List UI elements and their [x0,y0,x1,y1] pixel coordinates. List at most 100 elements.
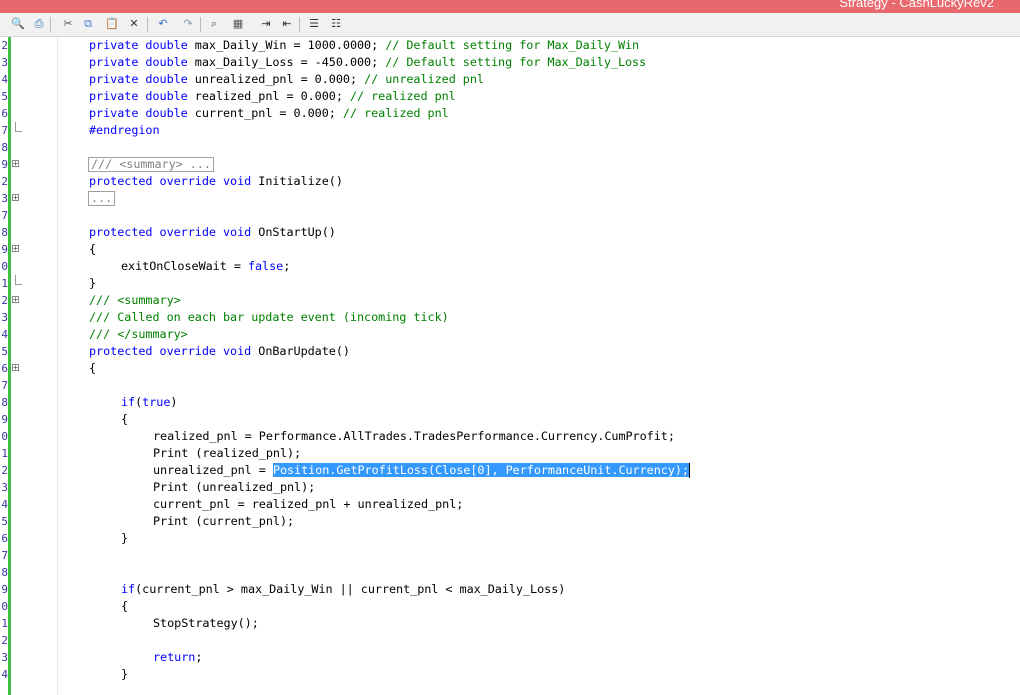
outdent-icon[interactable]: ⇤ [279,16,295,32]
uncomment-icon[interactable]: ☷ [328,16,344,32]
code-text[interactable]: protected override void OnStartUp() [89,224,336,241]
code-text[interactable]: { [121,411,128,428]
code-text[interactable]: { [89,360,96,377]
code-text[interactable]: exitOnCloseWait = false; [121,258,290,275]
code-text[interactable]: if(current_pnl > max_Daily_Win || curren… [121,581,565,598]
code-text[interactable]: private double max_Daily_Loss = -450.000… [89,54,646,71]
code-line[interactable]: 7 #endregion [0,122,1020,139]
code-line[interactable]: 8 [0,564,1020,581]
code-line[interactable]: 8 [0,139,1020,156]
code-line[interactable]: 6 private double current_pnl = 0.000; // … [0,105,1020,122]
code-text[interactable]: } [121,666,128,683]
code-line[interactable]: 7 [0,377,1020,394]
code-line[interactable]: 5 protected override void OnBarUpdate() [0,343,1020,360]
code-text[interactable]: protected override void OnBarUpdate() [89,343,350,360]
code-text[interactable]: #endregion [89,122,160,139]
selected-text: Position.GetProfitLoss(Close[0], Perform… [272,463,689,477]
fold-toggle-icon[interactable]: + [12,364,19,372]
paste-icon[interactable]: 📋 [104,16,120,32]
code-text[interactable]: Print (current_pnl); [153,513,294,530]
code-editor[interactable]: 2 private double max_Daily_Win = 1000.000… [0,37,1020,695]
code-text[interactable]: { [89,241,96,258]
code-line[interactable]: 7 [0,547,1020,564]
code-text[interactable]: unrealized_pnl = Position.GetProfitLoss(… [153,462,690,479]
code-line[interactable]: 0{ [0,598,1020,615]
code-line[interactable]: 9 + { [0,241,1020,258]
toolbar-separator [50,17,51,32]
comment-token: // Default setting for Max_Daily_Loss [385,55,647,69]
code-line[interactable]: 9 if(current_pnl > max_Daily_Win || curre… [0,581,1020,598]
comment-icon[interactable]: ☰ [306,16,322,32]
code-text[interactable]: Print (unrealized_pnl); [153,479,315,496]
find-icon[interactable]: ⌕ [206,16,222,32]
code-line[interactable]: 2 private double max_Daily_Win = 1000.000… [0,37,1020,54]
code-text[interactable]: if(true) [121,394,178,411]
code-text[interactable]: /// Called on each bar update event (inc… [89,309,449,326]
code-line[interactable]: 9{ [0,411,1020,428]
fold-toggle-icon[interactable]: + [12,296,19,304]
code-line[interactable]: 4} [0,666,1020,683]
code-line[interactable]: 2 unrealized_pnl = Position.GetProfitLoss… [0,462,1020,479]
code-text[interactable]: protected override void Initialize() [89,173,343,190]
replace-icon[interactable]: ▦ [230,16,246,32]
collapsed-region[interactable]: ... [88,191,116,206]
code-line[interactable]: 2 + /// <summary> [0,292,1020,309]
delete-icon[interactable]: ✕ [126,16,142,32]
code-line[interactable]: 3 return; [0,649,1020,666]
copy-icon[interactable]: ⧉ [80,16,96,32]
print-icon[interactable]: ⎙ [31,16,47,32]
code-text[interactable]: StopStrategy(); [153,615,259,632]
code-text[interactable]: } [89,275,96,292]
code-line[interactable]: 0 exitOnCloseWait = false; [0,258,1020,275]
code-text[interactable]: ... [88,190,116,207]
code-line[interactable]: 6} [0,530,1020,547]
code-line[interactable]: 8 protected override void OnStartUp() [0,224,1020,241]
code-line[interactable]: 9 + /// <summary> ... [0,156,1020,173]
keyword-token: return [153,650,196,664]
code-text[interactable]: /// <summary> ... [88,156,214,173]
code-text[interactable]: realized_pnl = Performance.AllTrades.Tra… [153,428,675,445]
code-text[interactable]: Print (realized_pnl); [153,445,301,462]
undo-icon[interactable]: ↶ [155,16,171,32]
code-line[interactable]: 1} [0,275,1020,292]
code-line[interactable]: 3 +... [0,190,1020,207]
code-line[interactable]: 8 if(true) [0,394,1020,411]
code-token: { [121,599,129,613]
code-text[interactable]: } [121,530,128,547]
code-line[interactable]: 4 private double unrealized_pnl = 0.000; … [0,71,1020,88]
code-text[interactable]: private double unrealized_pnl = 0.000; /… [89,71,484,88]
code-text[interactable]: private double realized_pnl = 0.000; // … [89,88,456,105]
code-line[interactable]: 2 [0,632,1020,649]
line-number: 4 [1,498,8,511]
code-token: Initialize() [258,174,343,188]
code-line[interactable]: 7 [0,207,1020,224]
code-line[interactable]: 4 /// </summary> [0,326,1020,343]
redo-icon[interactable]: ↷ [180,16,196,32]
code-line[interactable]: 3 private double max_Daily_Loss = -450.00… [0,54,1020,71]
code-text[interactable]: current_pnl = realized_pnl + unrealized_… [153,496,463,513]
code-line[interactable]: 1 Print (realized_pnl); [0,445,1020,462]
code-line[interactable]: 5 Print (current_pnl); [0,513,1020,530]
cut-icon[interactable]: ✂ [60,16,76,32]
indent-icon[interactable]: ⇥ [258,16,274,32]
code-text[interactable]: return; [153,649,202,666]
code-line[interactable]: 0 realized_pnl = Performance.AllTrades.Tr… [0,428,1020,445]
fold-toggle-icon[interactable]: + [12,245,19,253]
code-line[interactable]: 3 Print (unrealized_pnl); [0,479,1020,496]
code-line[interactable]: 3 /// Called on each bar update event (in… [0,309,1020,326]
keyword-token: private double [89,106,195,120]
code-text[interactable]: /// <summary> [89,292,181,309]
code-line[interactable]: 2 protected override void Initialize() [0,173,1020,190]
fold-toggle-icon[interactable]: + [12,160,19,168]
code-line[interactable]: 1 StopStrategy(); [0,615,1020,632]
code-text[interactable]: /// </summary> [89,326,188,343]
print-preview-icon[interactable]: 🔍 [10,16,26,32]
code-line[interactable]: 4 current_pnl = realized_pnl + unrealized… [0,496,1020,513]
code-text[interactable]: { [121,598,128,615]
collapsed-region[interactable]: /// <summary> ... [88,157,214,172]
code-line[interactable]: 6 + { [0,360,1020,377]
code-text[interactable]: private double max_Daily_Win = 1000.0000… [89,37,639,54]
code-line[interactable]: 5 private double realized_pnl = 0.000; //… [0,88,1020,105]
code-text[interactable]: private double current_pnl = 0.000; // r… [89,105,449,122]
fold-toggle-icon[interactable]: + [12,194,19,202]
